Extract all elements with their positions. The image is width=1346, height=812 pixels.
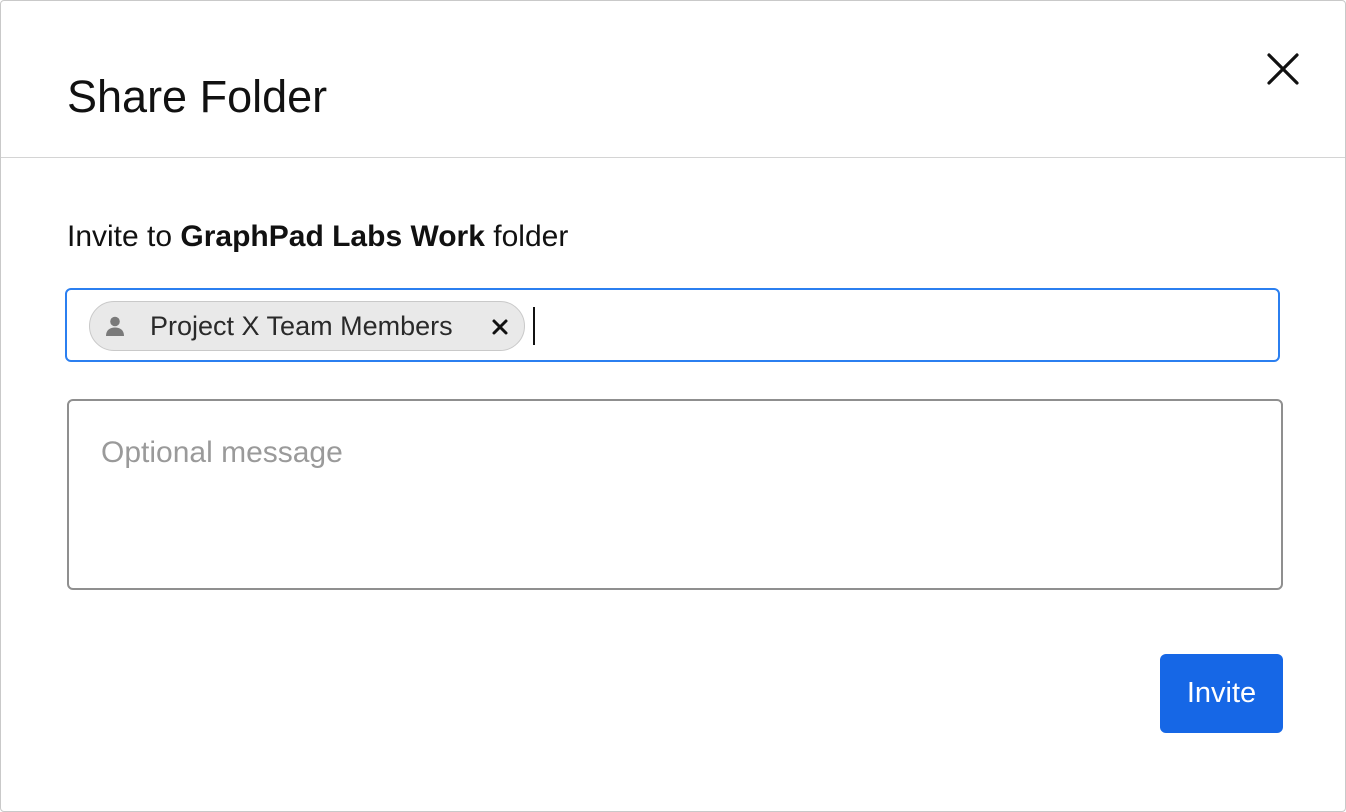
close-button[interactable] bbox=[1261, 47, 1305, 91]
person-icon bbox=[106, 316, 124, 336]
text-caret bbox=[533, 307, 535, 345]
recipient-input[interactable]: Project X Team Members bbox=[65, 288, 1280, 362]
invite-suffix: folder bbox=[493, 220, 569, 253]
dialog-header: Share Folder bbox=[1, 1, 1345, 158]
share-folder-dialog: Share Folder Invite to GraphPad Labs Wor… bbox=[0, 0, 1346, 812]
dialog-title: Share Folder bbox=[67, 71, 328, 122]
invite-button[interactable]: Invite bbox=[1160, 654, 1283, 733]
recipient-chip-label: Project X Team Members bbox=[150, 311, 453, 341]
invite-description: Invite to GraphPad Labs Work folder bbox=[67, 217, 568, 257]
remove-icon[interactable] bbox=[488, 315, 512, 339]
optional-message-field[interactable] bbox=[67, 399, 1283, 590]
folder-name: GraphPad Labs Work bbox=[180, 220, 485, 253]
close-icon bbox=[1267, 53, 1299, 85]
recipient-chip: Project X Team Members bbox=[89, 301, 525, 351]
invite-prefix: Invite to bbox=[67, 220, 173, 253]
